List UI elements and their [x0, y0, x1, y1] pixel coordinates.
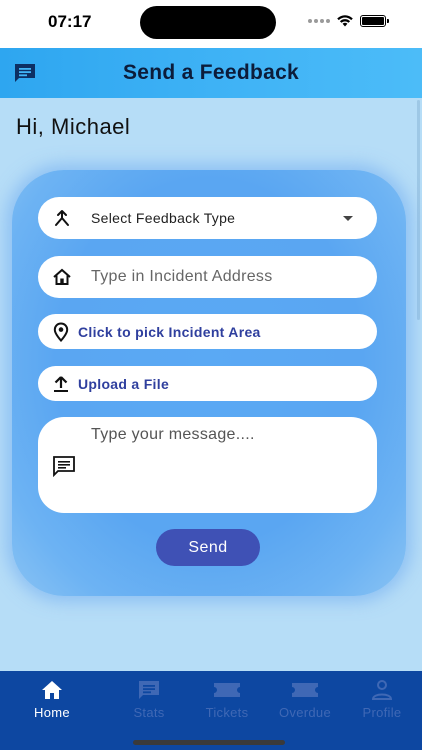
status-time: 07:17	[48, 12, 92, 31]
send-button[interactable]: Send	[156, 529, 260, 566]
incident-address-input[interactable]: Type in Incident Address	[38, 256, 377, 298]
location-pin-icon	[53, 321, 69, 342]
chart-icon	[139, 681, 159, 699]
upload-file-label: Upload a File	[78, 375, 170, 392]
greeting-text: Hi, Michael	[16, 114, 131, 139]
incident-area-label: Click to pick Incident Area	[78, 323, 261, 340]
ticket-icon	[214, 683, 240, 697]
scrollbar[interactable]	[417, 100, 420, 320]
message-textarea[interactable]: Type your message....	[38, 417, 377, 513]
nav-label-overdue: Overdue	[279, 705, 331, 720]
battery-icon	[360, 14, 389, 27]
nav-item-profile[interactable]: Profile	[342, 679, 422, 720]
bottom-navigation: Home Stats Tickets Overdue Profile	[0, 671, 422, 750]
house-icon	[53, 268, 71, 285]
main-content[interactable]: Hi, Michael Select Feedback Type Type in…	[0, 98, 422, 671]
status-bar: 07:17	[0, 0, 422, 48]
feedback-type-dropdown[interactable]: Select Feedback Type	[38, 197, 377, 239]
person-icon	[371, 680, 393, 700]
home-indicator[interactable]	[133, 740, 285, 745]
nav-label-tickets: Tickets	[205, 705, 249, 720]
page-title: Send a Feedback	[122, 61, 300, 84]
nav-label-profile: Profile	[362, 705, 402, 720]
status-icons	[308, 14, 389, 27]
incident-address-placeholder: Type in Incident Address	[91, 268, 273, 285]
nav-item-stats[interactable]: Stats	[109, 679, 189, 720]
merge-arrow-icon	[55, 210, 69, 226]
wifi-icon	[337, 15, 353, 27]
cellular-signal-icon	[308, 18, 330, 23]
caret-down-icon	[343, 216, 353, 221]
nav-label-stats: Stats	[133, 705, 165, 720]
home-icon	[42, 681, 62, 699]
nav-label-home: Home	[34, 705, 70, 720]
nav-item-tickets[interactable]: Tickets	[187, 679, 267, 720]
feedback-type-value: Select Feedback Type	[91, 210, 236, 226]
feedback-form-card: Select Feedback Type Type in Incident Ad…	[12, 170, 406, 596]
upload-file-button[interactable]: Upload a File	[38, 366, 377, 401]
pick-incident-area-button[interactable]: Click to pick Incident Area	[38, 314, 377, 349]
message-placeholder: Type your message....	[91, 426, 255, 443]
message-icon	[53, 456, 75, 477]
dynamic-island	[140, 6, 276, 39]
ticket-icon	[292, 683, 318, 697]
upload-icon	[54, 375, 68, 392]
nav-item-overdue[interactable]: Overdue	[265, 679, 345, 720]
nav-item-home[interactable]: Home	[12, 679, 92, 720]
app-bar: Send a Feedback	[0, 48, 422, 98]
